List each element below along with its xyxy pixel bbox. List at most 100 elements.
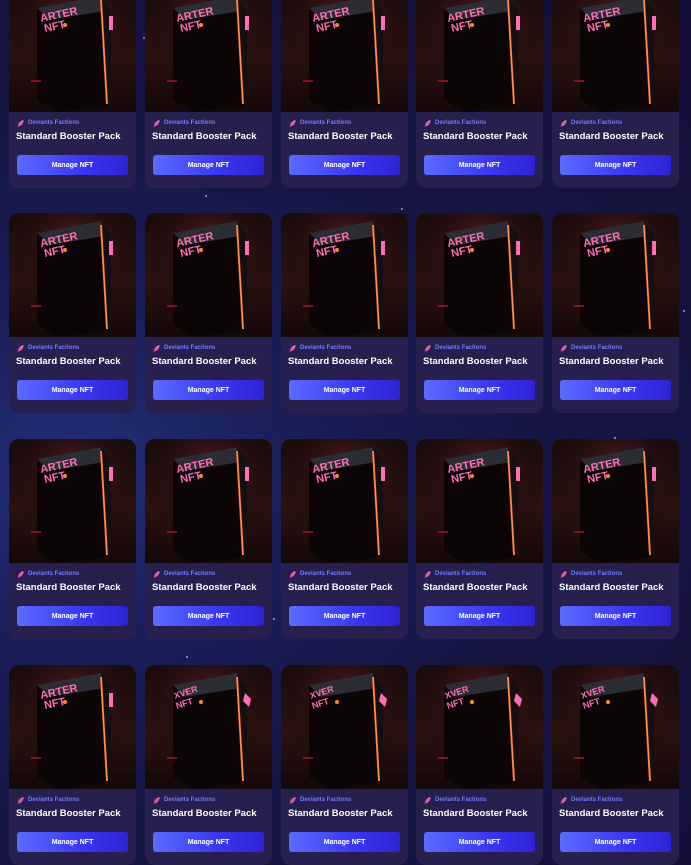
nft-artwork[interactable]: ARTER NFT <box>552 0 679 112</box>
feather-icon <box>288 119 297 128</box>
collection-link[interactable]: Deviants Factions <box>559 569 622 579</box>
feather-icon <box>152 119 161 128</box>
collection-name: Deviants Factions <box>28 797 80 803</box>
manage-nft-button[interactable]: Manage NFT <box>424 832 535 852</box>
nft-card[interactable]: XVER NFT Deviants Factions Standard Boos… <box>552 665 679 865</box>
manage-nft-button[interactable]: Manage NFT <box>153 155 264 175</box>
manage-nft-button[interactable]: Manage NFT <box>289 155 400 175</box>
nft-card[interactable]: ARTER NFT Deviants Factions Standard Boo… <box>552 213 679 413</box>
collection-link[interactable]: Deviants Factions <box>152 118 215 128</box>
manage-nft-button[interactable]: Manage NFT <box>153 606 264 626</box>
manage-nft-button[interactable]: Manage NFT <box>289 606 400 626</box>
nft-title: Standard Booster Pack <box>288 131 393 142</box>
nft-card[interactable]: ARTER NFT Deviants Factions Standard Boo… <box>9 0 136 188</box>
nft-title: Standard Booster Pack <box>16 356 121 367</box>
collection-link[interactable]: Deviants Factions <box>559 118 622 128</box>
feather-icon <box>152 796 161 805</box>
star-decoration <box>205 195 207 197</box>
manage-nft-button[interactable]: Manage NFT <box>17 380 128 400</box>
nft-artwork[interactable]: ARTER NFT <box>145 439 272 563</box>
nft-card[interactable]: ARTER NFT Deviants Factions Standard Boo… <box>9 213 136 413</box>
feather-icon <box>16 344 25 353</box>
manage-nft-button[interactable]: Manage NFT <box>153 380 264 400</box>
nft-artwork[interactable]: ARTER NFT <box>145 213 272 337</box>
manage-nft-button[interactable]: Manage NFT <box>289 380 400 400</box>
nft-title: Standard Booster Pack <box>423 131 528 142</box>
nft-title: Standard Booster Pack <box>288 582 393 593</box>
collection-link[interactable]: Deviants Factions <box>423 343 486 353</box>
nft-card[interactable]: ARTER NFT Deviants Factions Standard Boo… <box>9 439 136 639</box>
nft-card[interactable]: ARTER NFT Deviants Factions Standard Boo… <box>281 0 408 188</box>
nft-card[interactable]: ARTER NFT Deviants Factions Standard Boo… <box>416 0 543 188</box>
nft-artwork[interactable]: ARTER NFT <box>552 213 679 337</box>
nft-artwork[interactable]: ARTER NFT <box>281 0 408 112</box>
nft-title: Standard Booster Pack <box>152 131 257 142</box>
collection-link[interactable]: Deviants Factions <box>423 795 486 805</box>
nft-card[interactable]: ARTER NFT Deviants Factions Standard Boo… <box>145 213 272 413</box>
nft-card[interactable]: ARTER NFT Deviants Factions Standard Boo… <box>145 439 272 639</box>
manage-nft-button[interactable]: Manage NFT <box>560 380 671 400</box>
nft-card[interactable]: XVER NFT Deviants Factions Standard Boos… <box>145 665 272 865</box>
nft-artwork[interactable]: ARTER NFT <box>281 213 408 337</box>
manage-nft-button[interactable]: Manage NFT <box>424 380 535 400</box>
collection-link[interactable]: Deviants Factions <box>152 795 215 805</box>
nft-artwork[interactable]: ARTER NFT <box>9 213 136 337</box>
manage-nft-button[interactable]: Manage NFT <box>560 155 671 175</box>
manage-nft-button[interactable]: Manage NFT <box>153 832 264 852</box>
nft-artwork[interactable]: ARTER NFT <box>416 439 543 563</box>
collection-link[interactable]: Deviants Factions <box>423 569 486 579</box>
feather-icon <box>559 570 568 579</box>
collection-link[interactable]: Deviants Factions <box>16 343 79 353</box>
manage-nft-button[interactable]: Manage NFT <box>560 832 671 852</box>
collection-link[interactable]: Deviants Factions <box>16 569 79 579</box>
collection-name: Deviants Factions <box>28 120 80 126</box>
nft-artwork[interactable]: ARTER NFT <box>416 0 543 112</box>
manage-nft-button[interactable]: Manage NFT <box>17 155 128 175</box>
nft-card[interactable]: ARTER NFT Deviants Factions Standard Boo… <box>416 439 543 639</box>
manage-nft-button[interactable]: Manage NFT <box>560 606 671 626</box>
nft-artwork[interactable]: ARTER NFT <box>145 0 272 112</box>
nft-title: Standard Booster Pack <box>423 808 528 819</box>
nft-card[interactable]: XVER NFT Deviants Factions Standard Boos… <box>416 665 543 865</box>
manage-nft-button[interactable]: Manage NFT <box>424 606 535 626</box>
collection-link[interactable]: Deviants Factions <box>559 343 622 353</box>
collection-link[interactable]: Deviants Factions <box>16 795 79 805</box>
collection-name: Deviants Factions <box>164 797 216 803</box>
nft-artwork[interactable]: ARTER NFT <box>552 439 679 563</box>
manage-nft-button[interactable]: Manage NFT <box>424 155 535 175</box>
nft-card[interactable]: ARTER NFT Deviants Factions Standard Boo… <box>281 439 408 639</box>
nft-artwork[interactable]: ARTER NFT <box>9 439 136 563</box>
nft-card[interactable]: ARTER NFT Deviants Factions Standard Boo… <box>552 439 679 639</box>
nft-card[interactable]: ARTER NFT Deviants Factions Standard Boo… <box>416 213 543 413</box>
manage-nft-button[interactable]: Manage NFT <box>17 606 128 626</box>
nft-artwork[interactable]: XVER NFT <box>145 665 272 789</box>
nft-artwork[interactable]: ARTER NFT <box>9 0 136 112</box>
nft-card[interactable]: ARTER NFT Deviants Factions Standard Boo… <box>145 0 272 188</box>
manage-nft-button[interactable]: Manage NFT <box>289 832 400 852</box>
nft-artwork[interactable]: ARTER NFT <box>9 665 136 789</box>
nft-artwork[interactable]: XVER NFT <box>552 665 679 789</box>
nft-card[interactable]: ARTER NFT Deviants Factions Standard Boo… <box>9 665 136 865</box>
collection-link[interactable]: Deviants Factions <box>288 795 351 805</box>
collection-link[interactable]: Deviants Factions <box>152 343 215 353</box>
nft-card[interactable]: ARTER NFT Deviants Factions Standard Boo… <box>552 0 679 188</box>
collection-name: Deviants Factions <box>164 345 216 351</box>
manage-nft-button[interactable]: Manage NFT <box>17 832 128 852</box>
collection-link[interactable]: Deviants Factions <box>559 795 622 805</box>
collection-link[interactable]: Deviants Factions <box>288 569 351 579</box>
collection-name: Deviants Factions <box>28 345 80 351</box>
collection-link[interactable]: Deviants Factions <box>423 118 486 128</box>
nft-artwork[interactable]: ARTER NFT <box>281 439 408 563</box>
collection-link[interactable]: Deviants Factions <box>288 343 351 353</box>
feather-icon <box>288 796 297 805</box>
star-decoration <box>186 656 188 658</box>
collection-link[interactable]: Deviants Factions <box>288 118 351 128</box>
nft-artwork[interactable]: ARTER NFT <box>416 213 543 337</box>
collection-link[interactable]: Deviants Factions <box>152 569 215 579</box>
feather-icon <box>423 796 432 805</box>
nft-card[interactable]: ARTER NFT Deviants Factions Standard Boo… <box>281 213 408 413</box>
collection-link[interactable]: Deviants Factions <box>16 118 79 128</box>
nft-artwork[interactable]: XVER NFT <box>416 665 543 789</box>
nft-card[interactable]: XVER NFT Deviants Factions Standard Boos… <box>281 665 408 865</box>
nft-artwork[interactable]: XVER NFT <box>281 665 408 789</box>
